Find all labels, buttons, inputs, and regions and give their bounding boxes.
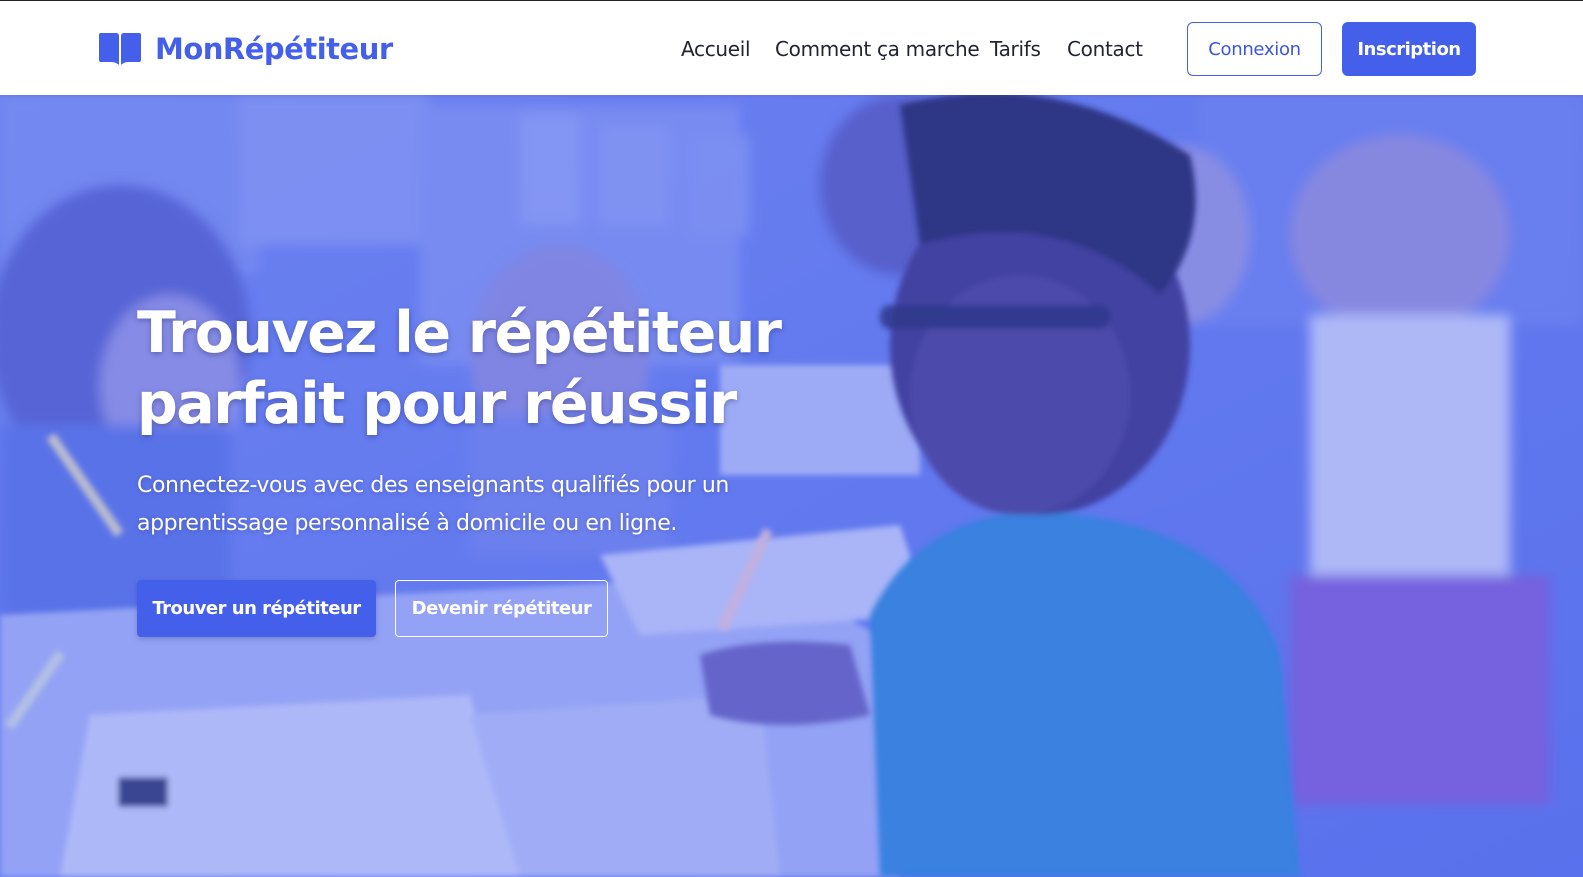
signup-button[interactable]: Inscription <box>1342 22 1476 76</box>
hero-title-line-2: parfait pour réussir <box>137 371 737 437</box>
nav-link-contact[interactable]: Contact <box>1067 37 1143 61</box>
find-tutor-button[interactable]: Trouver un répétiteur <box>137 580 376 637</box>
top-navbar: MonRépétiteur Accueil Comment ça marche … <box>0 0 1583 95</box>
hero-subtitle-line-2: apprentissage personnalisé à domicile ou… <box>137 511 677 536</box>
nav-link-comment-ca-marche[interactable]: Comment ça marche <box>775 37 980 61</box>
become-tutor-button[interactable]: Devenir répétiteur <box>395 580 608 637</box>
hero-title-line-1: Trouvez le répétiteur <box>137 300 782 366</box>
hero-section: Trouvez le répétiteur parfait pour réuss… <box>0 95 1583 877</box>
nav-link-tarifs[interactable]: Tarifs <box>990 37 1041 61</box>
hero-title: Trouvez le répétiteur parfait pour réuss… <box>137 298 857 440</box>
login-button[interactable]: Connexion <box>1187 22 1322 76</box>
hero-subtitle: Connectez-vous avec des enseignants qual… <box>137 467 777 543</box>
nav-link-accueil[interactable]: Accueil <box>681 37 751 61</box>
hero-subtitle-line-1: Connectez-vous avec des enseignants qual… <box>137 473 729 498</box>
